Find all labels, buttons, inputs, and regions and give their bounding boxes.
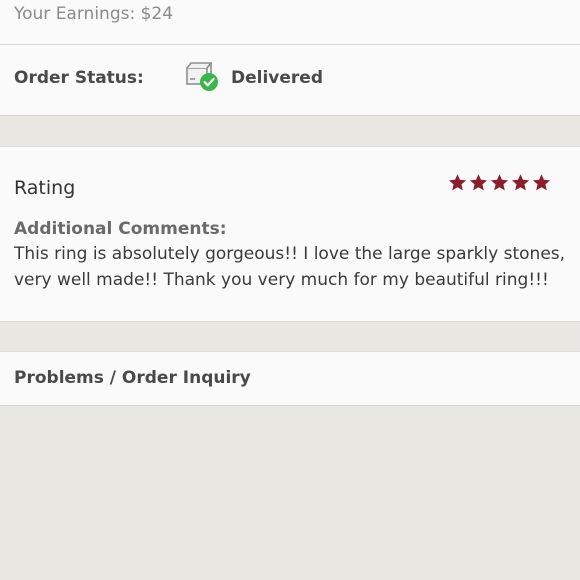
star-icon	[469, 174, 488, 191]
earnings-text: Your Earnings: $24	[14, 4, 174, 24]
order-status-value: Delivered	[231, 68, 323, 88]
star-icon	[532, 174, 551, 191]
order-status-section: Order Status: Delivered	[0, 45, 580, 116]
problems-order-inquiry-label: Problems / Order Inquiry	[14, 368, 251, 388]
earnings-section: Your Earnings: $24	[0, 0, 580, 45]
rating-label: Rating	[14, 177, 76, 199]
problems-order-inquiry-link[interactable]: Problems / Order Inquiry	[0, 351, 580, 406]
star-icon	[490, 174, 509, 191]
star-icon	[511, 174, 530, 191]
star-icon	[448, 174, 467, 191]
package-delivered-icon	[186, 62, 218, 91]
additional-comments-text: This ring is absolutely gorgeous!! I lov…	[14, 244, 566, 290]
order-status-label: Order Status:	[14, 68, 144, 88]
star-rating	[448, 173, 551, 192]
additional-comments-heading: Additional Comments:	[14, 219, 227, 239]
rating-section: Rating Additional Comments: This ring is…	[0, 146, 580, 322]
